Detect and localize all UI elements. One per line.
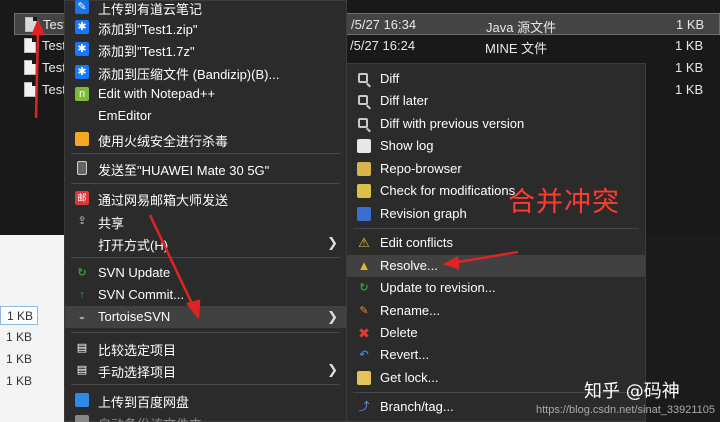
tortoisesvn-submenu: Diff Diff later Diff with previous versi… [346,63,646,422]
menu-item-manual-select[interactable]: ▤ 手动选择项目 ❯ [65,359,346,381]
file-size: 1 KB [676,17,705,32]
edit-conflicts-icon: ⚠ [358,235,370,250]
file-name: Test [42,60,66,75]
huorong-shield-icon [75,132,89,146]
menu-separator [71,332,340,333]
menu-item-send-to-phone[interactable]: 发送至"HUAWEI Mate 30 5G" [65,157,346,179]
file-icon [24,60,36,75]
menu-item-huorong-scan[interactable]: 使用火绒安全进行杀毒 [65,128,346,150]
size-cell: 1 KB [6,374,33,388]
youdao-note-icon: ✎ [75,0,89,14]
menu-separator [71,257,340,258]
update-revision-icon: ↻ [359,282,369,294]
tortoise-icon: ◒ [78,311,86,323]
compare-icon: ▤ [76,342,88,354]
file-icon [24,82,36,97]
bandizip-icon: ✱ [75,20,89,34]
annotation-label: 合并冲突 [508,187,620,218]
revision-graph-icon [357,207,371,221]
backup-icon [75,415,89,422]
diff-icon [358,73,368,83]
submenu-item-diff-previous[interactable]: Diff with previous version [347,113,645,135]
java-file-icon [25,17,37,32]
file-date: /5/27 16:24 [350,38,416,53]
branch-tag-icon: ⤴ [358,401,370,413]
menu-item-svn-update[interactable]: ↻ SVN Update [65,262,346,284]
menu-item-share[interactable]: ⇪ 共享 [65,210,346,232]
submenu-item-rename[interactable]: ✎ Rename... [347,300,645,322]
resolve-icon: ▲ [357,258,371,273]
menu-item-open-with[interactable]: 打开方式(H) ❯ [65,232,346,254]
rename-icon: ✎ [359,305,369,317]
submenu-item-diff-later[interactable]: Diff later [347,90,645,112]
background-window: 1 KB 1 KB 1 KB 1 KB [0,235,66,422]
source-url: https://blog.csdn.net/sinat_33921105 [536,404,715,416]
menu-item-tortoisesvn[interactable]: ◒ TortoiseSVN ❯ [65,306,346,328]
show-log-icon [357,139,371,153]
menu-separator [71,183,340,184]
menu-separator [353,228,639,229]
repo-browser-icon [357,162,371,176]
file-type: MINE 文件 [485,41,548,56]
file-size: 1 KB [675,60,704,75]
bandizip-icon: ✱ [75,42,89,56]
lock-icon [357,371,371,385]
submenu-item-edit-conflicts[interactable]: ⚠ Edit conflicts [347,232,645,254]
chevron-right-icon: ❯ [327,235,338,250]
zhihu-watermark: 知乎 @码神 [584,381,680,402]
file-size: 1 KB [675,38,704,53]
file-type: Java 源文件 [486,20,557,35]
file-icon [24,38,36,53]
file-date: /5/27 16:34 [351,17,417,32]
check-modifications-icon [357,184,371,198]
delete-icon: ✖ [358,325,370,341]
menu-item-notepad-plus-plus[interactable]: n Edit with Notepad++ [65,83,346,105]
size-cell: 1 KB [6,330,33,344]
diff-previous-icon [358,118,368,128]
file-name: Test [42,82,66,97]
menu-item-netease-mail[interactable]: 邮 通过网易邮箱大师发送 [65,187,346,209]
menu-item-svn-commit[interactable]: ↑ SVN Commit... [65,284,346,306]
submenu-item-repo-browser[interactable]: Repo-browser [347,158,645,180]
size-cell: 1 KB [6,352,33,366]
file-name: Test [42,38,66,53]
submenu-item-delete[interactable]: ✖ Delete [347,322,645,344]
svn-commit-icon: ↑ [79,289,85,301]
chevron-right-icon: ❯ [327,362,338,377]
chevron-right-icon: ❯ [327,309,338,324]
notepad-plus-plus-icon: n [75,87,89,101]
menu-item-add-archive[interactable]: ✱ 添加到压缩文件 (Bandizip)(B)... [65,61,346,83]
context-menu: ✎ 上传到有道云笔记 ✱ 添加到"Test1.zip" ✱ 添加到"Test1.… [64,0,347,422]
share-icon: ⇪ [77,215,87,227]
submenu-item-update-to-revision[interactable]: ↻ Update to revision... [347,277,645,299]
submenu-item-diff[interactable]: Diff [347,68,645,90]
menu-item-compare[interactable]: ▤ 比较选定项目 [65,337,346,359]
menu-item-emeditor[interactable]: EmEditor [65,105,346,127]
submenu-item-show-log[interactable]: Show log [347,135,645,157]
menu-item-add-7z[interactable]: ✱ 添加到"Test1.7z" [65,38,346,60]
netease-mail-icon: 邮 [75,191,89,205]
file-size: 1 KB [675,82,704,97]
menu-item-auto-backup[interactable]: 自动备份该文件夹 [65,411,346,422]
submenu-item-resolve[interactable]: ▲ Resolve... [347,255,645,277]
submenu-item-revert[interactable]: ↶ Revert... [347,344,645,366]
menu-item-add-zip[interactable]: ✱ 添加到"Test1.zip" [65,16,346,38]
bandizip-icon: ✱ [75,65,89,79]
menu-separator [71,384,340,385]
revert-icon: ↶ [359,349,369,361]
svn-update-icon: ↻ [77,267,87,279]
manual-select-icon: ▤ [76,364,88,376]
phone-icon [77,161,87,175]
menu-item-baidu-upload[interactable]: 上传到百度网盘 [65,389,346,411]
baidu-cloud-icon [75,393,89,407]
size-cell[interactable]: 1 KB [0,306,38,325]
diff-later-icon [358,95,368,105]
menu-separator [71,153,340,154]
